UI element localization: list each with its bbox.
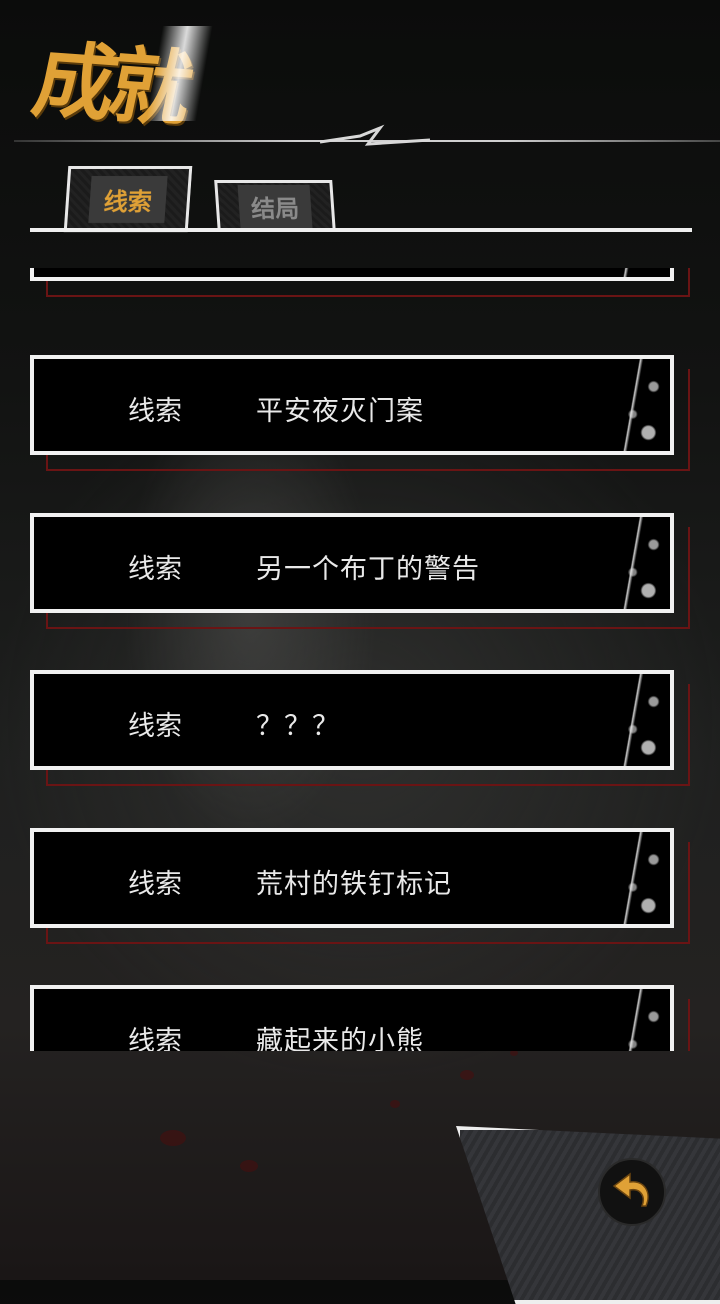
item-name: ？？？ [256,711,340,742]
tab-endings-label: 结局 [237,184,313,228]
page-title: 成就 [25,32,196,139]
achievement-item[interactable]: 线索 另一个布丁的警告 [30,513,690,629]
back-button-panel [456,1126,720,1304]
item-category: 线索 [128,554,182,585]
achievement-item[interactable]: 线索 ？？？ [30,670,690,786]
achievement-item[interactable]: 线索 藏起来的小熊 [30,985,690,1051]
achievement-list[interactable]: 线索 平安夜灭门案 线索 另一个布丁的警告 线索 ？？？ 线索 荒村的铁钉标记 … [0,268,720,1051]
tab-endings[interactable]: 结局 [214,180,336,232]
header-crack-line [320,124,430,146]
item-frame [30,670,674,770]
back-arrow-icon [612,1172,649,1207]
item-category: 线索 [128,1026,182,1051]
item-name: 荒村的铁钉标记 [256,869,452,900]
item-name: 另一个布丁的警告 [256,554,480,585]
tabs-underline [30,228,692,232]
tab-clues[interactable]: 线索 [63,166,193,232]
item-frame [30,268,674,281]
item-name: 藏起来的小熊 [256,1026,424,1051]
blood-splatter [160,1130,186,1146]
achievement-item[interactable] [30,268,690,297]
item-category: 线索 [128,396,182,427]
blood-splatter [460,1070,474,1080]
item-category: 线索 [128,711,182,742]
blood-splatter [240,1160,258,1172]
item-name: 平安夜灭门案 [256,396,424,427]
blood-splatter [390,1100,400,1108]
back-button[interactable] [598,1158,666,1226]
achievement-item[interactable]: 线索 荒村的铁钉标记 [30,828,690,944]
item-category: 线索 [128,869,182,900]
achievement-item[interactable]: 线索 平安夜灭门案 [30,355,690,471]
tab-clues-label: 线索 [88,175,168,223]
